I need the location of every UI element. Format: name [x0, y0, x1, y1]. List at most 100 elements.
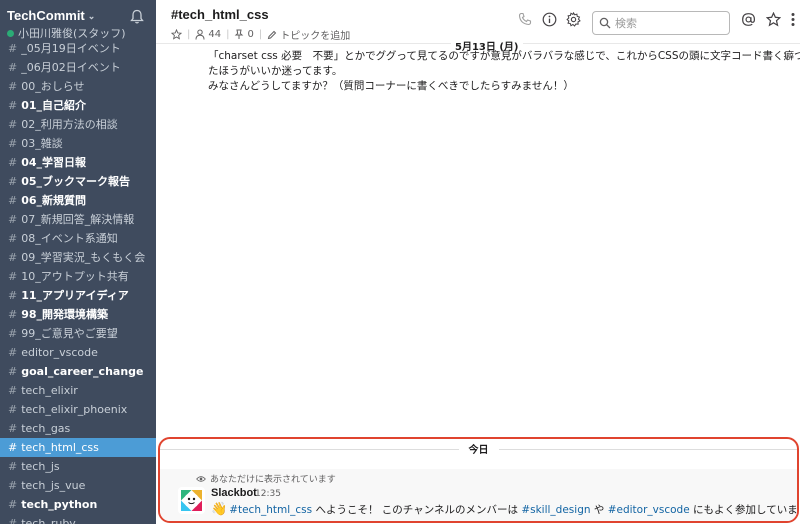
sidebar-channel-item[interactable]: # tech_html_css [0, 438, 156, 457]
sidebar-channel-item[interactable]: #00_おしらせ [0, 77, 156, 96]
channel-name: 10_アウトプット共有 [21, 270, 129, 283]
hash-icon: # [8, 346, 18, 359]
hash-icon: # [8, 42, 18, 55]
channel-name: 02_利用方法の相談 [21, 118, 118, 131]
sidebar-channel-item[interactable]: # tech_ruby [0, 514, 156, 524]
sidebar-channel-item[interactable]: # tech_elixir_phoenix [0, 400, 156, 419]
channel-name: 03_雑談 [21, 137, 63, 150]
today-label: 今日 [458, 441, 499, 456]
sidebar-channel-item[interactable]: # _06月02日イベント [0, 58, 156, 77]
message-timestamp[interactable]: 12:35 [255, 489, 281, 499]
mention-icon[interactable] [741, 12, 756, 27]
star-icon[interactable] [766, 12, 781, 27]
channel-name: 07_新規回答_解決情報 [21, 213, 135, 226]
hash-icon: # [8, 308, 18, 321]
sidebar-channel-item[interactable]: #98_開発環境構築 [0, 305, 156, 324]
channel-name: tech_elixir_phoenix [21, 403, 128, 416]
hash-icon: # [8, 384, 18, 397]
slackbot-avatar[interactable] [178, 487, 205, 514]
member-count[interactable]: 44 [208, 29, 221, 40]
channel-name: 00_おしらせ [21, 80, 85, 93]
workspace-header[interactable]: TechCommit ⌄ 小田川雅俊(スタッフ) [0, 0, 156, 40]
sidebar-channel-item[interactable]: #99_ご意見やご要望 [0, 324, 156, 343]
pin-count[interactable]: 0 [247, 29, 253, 40]
hash-icon: # [8, 251, 18, 264]
sidebar-channel-item[interactable]: #01_自己紹介 [0, 96, 156, 115]
sidebar-channel-item[interactable]: # tech_python [0, 495, 156, 514]
gear-icon[interactable] [566, 12, 581, 27]
channel-link[interactable]: #tech_html_css [229, 504, 312, 516]
sidebar-channel-item[interactable]: # tech_gas [0, 419, 156, 438]
message-line: たほうがいいか迷ってます。 [208, 65, 343, 77]
message-text: へようこそ！ このチャンネルのメンバーは [312, 504, 522, 516]
search-box[interactable] [592, 11, 730, 35]
workspace-name-text: TechCommit [7, 8, 85, 23]
sidebar-channel-item[interactable]: #08_イベント系通知 [0, 229, 156, 248]
channel-name: 09_学習実況_もくもく会 [21, 251, 146, 264]
more-options-icon[interactable] [790, 12, 796, 27]
message-text: にもよく参加しています。 [693, 504, 798, 516]
hash-icon: # [8, 80, 18, 93]
sidebar-channel-item[interactable]: #11_アプリアイディア [0, 286, 156, 305]
channel-name: 08_イベント系通知 [21, 232, 118, 245]
channel-name: _06月02日イベント [21, 61, 121, 74]
sidebar: TechCommit ⌄ 小田川雅俊(スタッフ) # _05月19日イベント # _06… [0, 0, 156, 524]
search-input[interactable] [615, 15, 725, 31]
channel-title[interactable]: #tech_html_css [171, 7, 269, 22]
info-icon[interactable] [542, 12, 557, 27]
channel-name: 01_自己紹介 [21, 99, 87, 112]
sidebar-channel-item[interactable]: #02_利用方法の相談 [0, 115, 156, 134]
add-topic-link[interactable]: トピックを追加 [280, 27, 350, 42]
sidebar-channel-item[interactable]: # editor_vscode [0, 343, 156, 362]
sidebar-channel-item[interactable]: # tech_js_vue [0, 476, 156, 495]
channel-link[interactable]: #skill_design [521, 504, 590, 516]
pin-icon[interactable] [234, 29, 244, 40]
message-line: 「charset css 必要 不要」とかでググって見てるのですが意見がバラバラ… [208, 50, 800, 62]
hash-icon: # [8, 270, 18, 283]
channel-name: 11_アプリアイディア [21, 289, 129, 302]
channel-meta: | 44 | 0 | トピックを追加 [171, 27, 350, 42]
sidebar-channel-item[interactable]: #03_雑談 [0, 134, 156, 153]
sidebar-channel-item[interactable]: #04_学習日報 [0, 153, 156, 172]
channel-name: editor_vscode [21, 346, 98, 359]
sidebar-channel-item[interactable]: # _05月19日イベント [0, 39, 156, 58]
channel-header: #tech_html_css | 44 | 0 | トピックを追加 5月13日 … [156, 0, 800, 53]
channel-name: tech_js_vue [21, 479, 86, 492]
member-icon[interactable] [195, 29, 205, 40]
sidebar-channel-item[interactable]: #06_新規質問 [0, 191, 156, 210]
online-status-icon [7, 30, 14, 37]
sidebar-channel-item[interactable]: # tech_elixir [0, 381, 156, 400]
channel-list: # _05月19日イベント # _06月02日イベント #00_おしらせ #01_自己紹介… [0, 39, 156, 524]
sidebar-channel-item[interactable]: #07_新規回答_解決情報 [0, 210, 156, 229]
star-icon[interactable] [171, 29, 182, 40]
hash-icon: # [8, 441, 18, 454]
hash-icon: # [8, 194, 18, 207]
bell-icon[interactable] [129, 9, 145, 25]
channel-name: tech_ruby [21, 517, 76, 524]
channel-link[interactable]: #editor_vscode [608, 504, 690, 516]
hash-icon: # [8, 213, 18, 226]
phone-icon[interactable] [518, 12, 532, 26]
chevron-down-icon: ⌄ [87, 11, 96, 21]
pencil-icon [268, 30, 277, 39]
hash-icon: # [8, 403, 18, 416]
eye-icon [196, 475, 206, 482]
channel-name: tech_python [21, 498, 98, 511]
ephemeral-note-text: あなただけに表示されています [210, 475, 336, 485]
sidebar-channel-item[interactable]: # goal_career_change [0, 362, 156, 381]
hash-icon: # [8, 517, 18, 524]
hash-icon: # [8, 327, 18, 340]
sidebar-channel-item[interactable]: #09_学習実況_もくもく会 [0, 248, 156, 267]
hash-icon: # [8, 479, 18, 492]
sidebar-channel-item[interactable]: #05_ブックマーク報告 [0, 172, 156, 191]
sidebar-channel-item[interactable]: #10_アウトプット共有 [0, 267, 156, 286]
hash-icon: # [8, 61, 18, 74]
workspace-name[interactable]: TechCommit ⌄ [7, 8, 95, 23]
sidebar-channel-item[interactable]: # tech_js [0, 457, 156, 476]
divider: | [258, 29, 263, 40]
hash-icon: # [8, 175, 18, 188]
channel-name: 05_ブックマーク報告 [21, 175, 131, 188]
sender-name[interactable]: Slackbot [211, 487, 257, 499]
hash-icon: # [8, 498, 18, 511]
channel-name: tech_js [21, 460, 60, 473]
